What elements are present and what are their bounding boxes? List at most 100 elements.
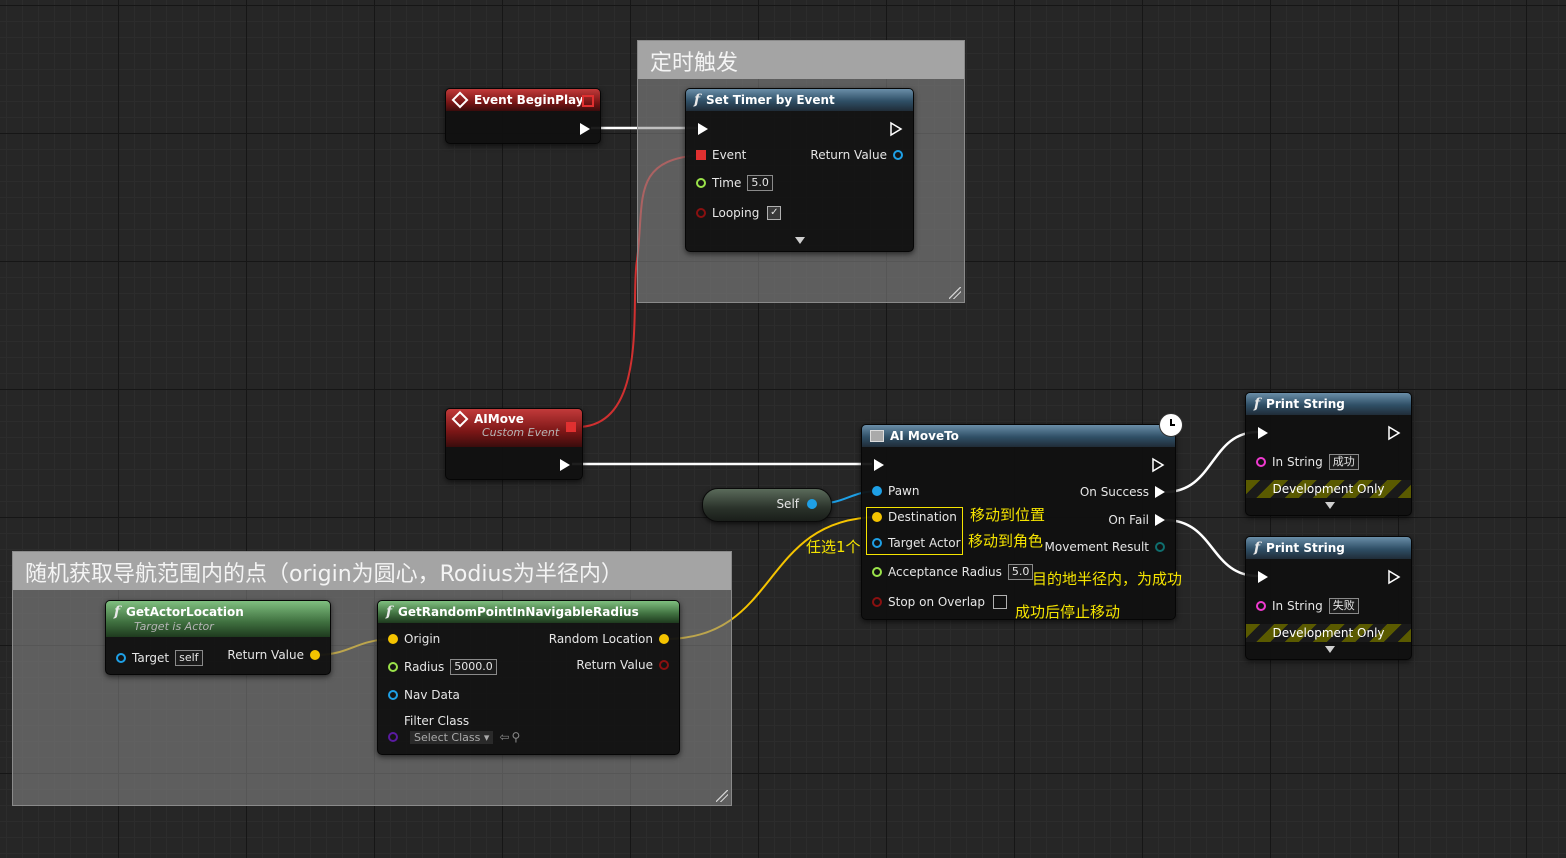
filter-class-row[interactable]: Select Class ▾ ⇦ ⚲ xyxy=(388,730,520,744)
radius-pin-row[interactable]: Radius 5000.0 xyxy=(388,659,497,675)
exec-output-outline-icon[interactable] xyxy=(1387,569,1401,585)
return-value-row[interactable]: Return Value xyxy=(810,148,903,162)
get-random-point-header[interactable]: f GetRandomPointInNavigableRadius xyxy=(378,601,679,623)
print-string-fail-node[interactable]: f Print String In String 失败 Development … xyxy=(1245,536,1412,660)
object-pin[interactable] xyxy=(388,690,398,700)
ai-moveto-header[interactable]: AI MoveTo xyxy=(862,425,1175,447)
exec-output-pin[interactable] xyxy=(560,459,570,471)
exec-input-pin[interactable] xyxy=(698,123,708,135)
object-output-pin[interactable] xyxy=(807,499,817,509)
select-class-dropdown[interactable]: Select Class ▾ xyxy=(410,730,494,744)
on-fail-row[interactable]: On Fail xyxy=(1108,513,1165,527)
bool-pin[interactable] xyxy=(696,208,706,218)
set-timer-header[interactable]: f Set Timer by Event xyxy=(686,89,913,111)
bool-pin[interactable] xyxy=(872,597,882,607)
print-string-header[interactable]: f Print String xyxy=(1246,393,1411,415)
origin-pin-row[interactable]: Origin xyxy=(388,632,440,646)
use-selected-arrow-icon[interactable]: ⇦ xyxy=(499,730,509,744)
get-actor-location-header[interactable]: f GetActorLocation Target is Actor xyxy=(106,601,330,637)
return-value-row[interactable]: Return Value xyxy=(227,648,320,662)
float-pin[interactable] xyxy=(696,178,706,188)
object-pin[interactable] xyxy=(116,653,126,663)
exec-output-outline-icon[interactable] xyxy=(889,121,903,137)
exec-input-pin[interactable] xyxy=(874,459,884,471)
self-node[interactable]: Self xyxy=(702,488,832,522)
exec-output-outline-icon[interactable] xyxy=(1387,425,1401,441)
annotation-pick-one: 任选1个 xyxy=(806,538,861,556)
event-pin-row[interactable]: Event xyxy=(696,148,746,162)
exec-output-pin[interactable] xyxy=(1155,486,1165,498)
exec-output-pin[interactable] xyxy=(580,123,590,135)
in-string-row[interactable]: In String 成功 xyxy=(1256,454,1359,470)
in-string-row[interactable]: In String 失败 xyxy=(1256,598,1359,614)
radius-value-input[interactable]: 5000.0 xyxy=(450,659,497,675)
return-value-label: Return Value xyxy=(576,658,653,672)
comment-title-timer[interactable]: 定时触发 xyxy=(638,41,964,79)
get-random-point-node[interactable]: f GetRandomPointInNavigableRadius Origin… xyxy=(377,600,680,755)
delegate-output-pin[interactable] xyxy=(582,95,594,107)
enum-pin[interactable] xyxy=(1155,542,1165,552)
return-value-row[interactable]: Return Value xyxy=(576,658,669,672)
float-pin[interactable] xyxy=(388,662,398,672)
string-pin[interactable] xyxy=(1256,457,1266,467)
delegate-pin[interactable] xyxy=(696,150,706,160)
expand-arrow-icon[interactable] xyxy=(795,237,805,244)
stop-on-overlap-checkbox[interactable] xyxy=(993,595,1008,609)
resize-handle-icon[interactable] xyxy=(949,287,961,299)
print-string-success-node[interactable]: f Print String In String 成功 Development … xyxy=(1245,392,1412,516)
stop-on-overlap-row[interactable]: Stop on Overlap xyxy=(872,595,1008,609)
development-only-banner: Development Only xyxy=(1246,480,1411,498)
vector-pin[interactable] xyxy=(310,650,320,660)
return-value-pin[interactable] xyxy=(893,150,903,160)
bool-pin[interactable] xyxy=(659,660,669,670)
random-location-row[interactable]: Random Location xyxy=(549,632,669,646)
expand-arrow-icon[interactable] xyxy=(1325,646,1335,653)
browse-search-icon[interactable]: ⚲ xyxy=(511,730,520,744)
latent-clock-icon xyxy=(1159,413,1183,437)
print-string-header[interactable]: f Print String xyxy=(1246,537,1411,559)
nav-data-row[interactable]: Nav Data xyxy=(388,688,460,702)
exec-output-outline-icon[interactable] xyxy=(1151,457,1165,473)
event-diamond-icon xyxy=(451,410,469,428)
exec-input-pin[interactable] xyxy=(1258,571,1268,583)
exec-input-pin[interactable] xyxy=(1258,427,1268,439)
float-pin[interactable] xyxy=(872,567,882,577)
vector-pin[interactable] xyxy=(388,634,398,644)
time-pin-row[interactable]: Time 5.0 xyxy=(696,175,773,191)
on-success-row[interactable]: On Success xyxy=(1080,485,1165,499)
pawn-pin-row[interactable]: Pawn xyxy=(872,484,919,498)
self-label: Self xyxy=(776,497,799,511)
looping-checkbox[interactable]: ✓ xyxy=(767,206,782,220)
acceptance-radius-input[interactable]: 5.0 xyxy=(1007,564,1034,580)
function-icon: f xyxy=(386,604,393,620)
radius-label: Radius xyxy=(404,660,445,674)
movement-result-row[interactable]: Movement Result xyxy=(1045,540,1165,554)
in-string-input[interactable]: 失败 xyxy=(1328,598,1359,614)
resize-handle-icon[interactable] xyxy=(716,790,728,802)
movement-result-label: Movement Result xyxy=(1044,540,1149,554)
aimove-header[interactable]: AIMove Custom Event xyxy=(446,409,582,447)
string-pin[interactable] xyxy=(1256,601,1266,611)
event-beginplay-node[interactable]: Event BeginPlay xyxy=(445,88,601,144)
target-label: Target xyxy=(132,651,170,665)
exec-output-pin[interactable] xyxy=(1155,514,1165,526)
acceptance-radius-row[interactable]: Acceptance Radius 5.0 xyxy=(872,564,1034,580)
looping-pin-row[interactable]: Looping ✓ xyxy=(696,206,782,220)
aimove-custom-event-node[interactable]: AIMove Custom Event xyxy=(445,408,583,480)
delegate-output-pin[interactable] xyxy=(566,422,576,432)
expand-arrow-icon[interactable] xyxy=(1325,502,1335,509)
object-pin[interactable] xyxy=(872,486,882,496)
time-value-input[interactable]: 5.0 xyxy=(747,175,773,191)
print-string-title: Print String xyxy=(1266,397,1345,411)
return-value-label: Return Value xyxy=(227,648,304,662)
event-beginplay-header[interactable]: Event BeginPlay xyxy=(446,89,600,111)
get-actor-location-node[interactable]: f GetActorLocation Target is Actor Targe… xyxy=(105,600,331,675)
class-pin[interactable] xyxy=(388,732,398,742)
in-string-input[interactable]: 成功 xyxy=(1328,454,1359,470)
set-timer-by-event-node[interactable]: f Set Timer by Event Event Return Value … xyxy=(685,88,914,252)
target-value-input[interactable]: self xyxy=(175,650,203,666)
vector-pin[interactable] xyxy=(659,634,669,644)
comment-title-random[interactable]: 随机获取导航范围内的点（origin为圆心，Rodius为半径内） xyxy=(13,552,731,590)
on-fail-label: On Fail xyxy=(1108,513,1149,527)
target-pin-row[interactable]: Target self xyxy=(116,650,203,666)
